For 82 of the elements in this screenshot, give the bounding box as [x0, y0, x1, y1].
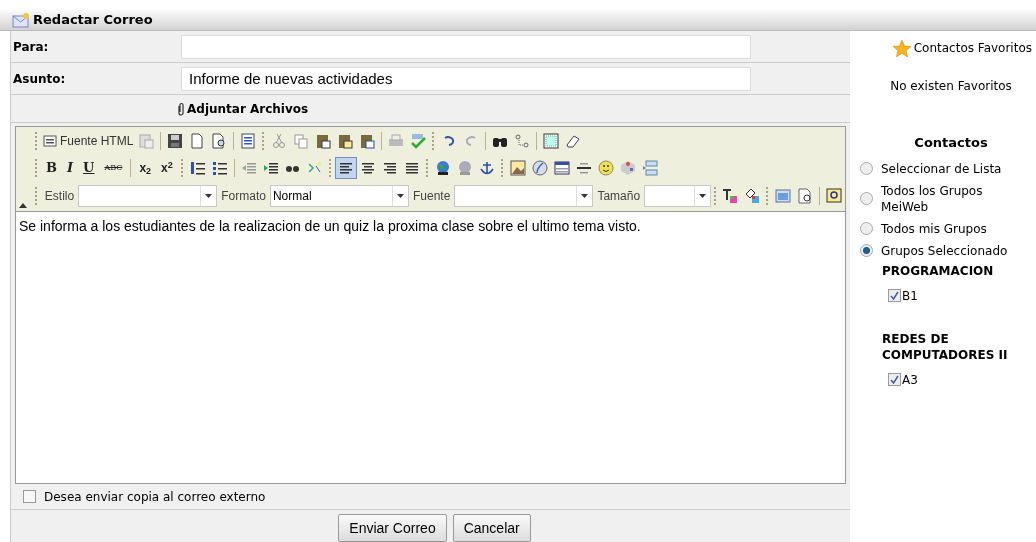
select-label: Formato: [220, 188, 267, 205]
select-all-icon[interactable]: [543, 133, 560, 149]
caret-icon: [205, 194, 213, 198]
replace-icon[interactable]: [514, 133, 531, 149]
group-checkbox[interactable]: [888, 289, 901, 302]
template-icon[interactable]: [240, 133, 257, 149]
script-button[interactable]: x$^{2}$: [156, 159, 178, 177]
caret-icon: [698, 194, 706, 198]
paste-text-icon[interactable]: [337, 133, 354, 149]
align-center-icon: [359, 160, 376, 176]
image-icon[interactable]: [509, 160, 526, 176]
script-button[interactable]: x$_{2}$: [134, 159, 157, 177]
radio-label: Grupos Seleccionado: [881, 242, 1009, 259]
caret-icon: [397, 194, 404, 198]
numbered-list-icon[interactable]: [189, 160, 206, 176]
format-button[interactable]: I: [62, 158, 79, 178]
clipboard-icon[interactable]: [138, 133, 155, 149]
text-field[interactable]: [181, 34, 751, 59]
bulleted-list-icon[interactable]: [211, 160, 228, 176]
text-color-icon[interactable]: [722, 188, 739, 204]
background-color-icon[interactable]: [744, 188, 761, 204]
special-character-icon[interactable]: [619, 160, 636, 176]
favorites-title: Contactos Favoritos: [913, 40, 1032, 57]
field-label: Asunto:: [12, 70, 67, 88]
checkbox-label: Desea enviar copia al correo externo: [44, 488, 266, 506]
source-icon: [43, 134, 57, 148]
radio-label: Seleccionar de Lista: [881, 160, 1003, 177]
radio-button[interactable]: [860, 192, 873, 205]
align-right-icon: [381, 160, 398, 176]
anchor-icon[interactable]: [478, 160, 495, 176]
external-copy-checkbox[interactable]: [23, 490, 36, 503]
smiley-icon[interactable]: [597, 160, 614, 176]
align-left-icon: [337, 160, 354, 176]
format-button[interactable]: B: [41, 158, 62, 178]
envelope-icon: [12, 12, 30, 28]
cancel-button[interactable]: Cancelar: [452, 514, 531, 542]
message-body: Se informa a los estudiantes de la realizacion de un quiz la proxima clase sobre el ultimo tema visto.: [19, 218, 641, 234]
align-left-button[interactable]: [334, 157, 357, 179]
select-label: Tamaño: [596, 188, 642, 205]
checkbox-label: B1: [902, 287, 918, 305]
format-button[interactable]: U: [78, 158, 100, 178]
paste-word-icon[interactable]: [359, 133, 376, 149]
window-title: Redactar Correo: [33, 11, 153, 30]
collapse-toolbar-icon[interactable]: [19, 203, 27, 208]
radio-button[interactable]: [860, 162, 873, 175]
radio-button[interactable]: [860, 222, 873, 235]
flash-icon[interactable]: [531, 160, 548, 176]
horizontal-rule-icon[interactable]: [575, 160, 592, 176]
eraser-icon[interactable]: [565, 133, 582, 149]
help-icon[interactable]: [826, 188, 842, 204]
send-button[interactable]: Enviar Correo: [338, 514, 447, 542]
radio-button[interactable]: [860, 244, 873, 257]
radio-label: Todos los Grupos MeiWeb: [881, 182, 984, 215]
editor-content-area[interactable]: Se informa a los estudiantes de la realizacion de un quiz la proxima clase sobre el ultimo tema visto.: [16, 212, 845, 483]
show-blocks-icon[interactable]: [797, 188, 814, 204]
justify-icon: [403, 160, 420, 176]
star-icon: [892, 39, 911, 57]
globe-link-icon[interactable]: [434, 160, 451, 176]
html-source-button[interactable]: Fuente HTML: [41, 132, 136, 150]
indent-icon[interactable]: [262, 160, 279, 176]
select-label: Estilo: [43, 188, 76, 205]
radio-label: Todos mis Grupos: [881, 220, 988, 237]
group-name: PROGRAMACION: [882, 262, 995, 279]
paste-icon[interactable]: [315, 133, 332, 149]
format-button[interactable]: ABC: [99, 162, 128, 174]
text-field[interactable]: Informe de nuevas actividades: [181, 66, 751, 91]
new-page-icon[interactable]: [189, 133, 206, 149]
attach-files-button[interactable]: Adjuntar Archivos: [177, 99, 309, 118]
empty-favorites-message: No existen Favoritos: [890, 78, 1012, 95]
group-name: REDES DE COMPUTADORES II: [882, 330, 1009, 363]
checkbox-label: A3: [902, 371, 918, 389]
caret-icon: [581, 194, 589, 198]
preview-icon[interactable]: [211, 133, 228, 149]
group-checkbox[interactable]: [888, 373, 901, 386]
field-label: Para:: [12, 38, 50, 56]
save-icon[interactable]: [167, 133, 184, 149]
dropdown-select[interactable]: Normal: [269, 185, 409, 207]
select-label: Fuente: [412, 188, 452, 205]
table-icon[interactable]: [553, 160, 570, 176]
spellcheck-icon[interactable]: [410, 133, 427, 149]
paperclip-icon: [177, 101, 185, 116]
contacts-title: Contactos: [914, 134, 988, 152]
